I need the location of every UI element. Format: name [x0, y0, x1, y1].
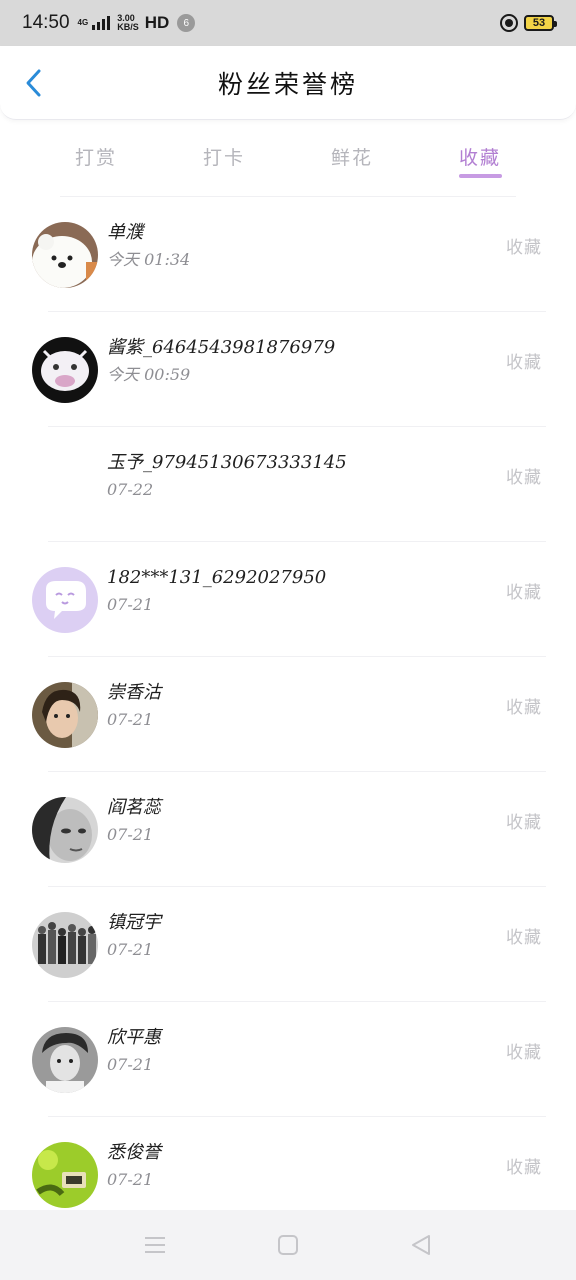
- list-item[interactable]: 阎茗蕊 07-21 收藏: [0, 772, 576, 887]
- avatar[interactable]: [32, 1141, 98, 1208]
- item-time: 07-21: [107, 940, 154, 959]
- favorite-label: 收藏: [506, 1158, 542, 1178]
- list-item[interactable]: 单濮 今天 01:34 收藏: [0, 197, 576, 312]
- tab-bar: 打赏 打卡 鲜花 收藏: [0, 124, 576, 188]
- menu-button[interactable]: [141, 1231, 169, 1259]
- chevron-left-icon: [26, 69, 41, 97]
- header: 粉丝荣誉榜: [0, 46, 576, 120]
- user-name: 玉予_97945130673333145: [107, 452, 347, 473]
- tab-tip[interactable]: 打赏: [32, 124, 160, 188]
- portrait-photo-icon: [32, 796, 98, 863]
- user-name: 182***131_6292027950: [107, 567, 327, 588]
- system-nav-bar: [0, 1210, 576, 1280]
- user-name: 悉俊誉: [107, 1142, 161, 1163]
- item-time: 07-22: [107, 480, 154, 499]
- favorite-label: 收藏: [506, 698, 542, 718]
- signal-icon: [92, 16, 111, 30]
- avatar[interactable]: [32, 221, 98, 288]
- avatar[interactable]: [32, 566, 98, 633]
- avatar[interactable]: [32, 796, 98, 863]
- user-name: 欣平惠: [107, 1027, 161, 1048]
- user-name: 崇香沽: [107, 682, 161, 703]
- user-name: 阎茗蕊: [107, 797, 161, 818]
- item-time: 07-21: [107, 595, 154, 614]
- avatar[interactable]: [32, 681, 98, 748]
- list-item[interactable]: 玉予_97945130673333145 07-22 收藏: [0, 427, 576, 542]
- status-time: 14:50: [22, 12, 70, 33]
- favorite-label: 收藏: [506, 468, 542, 488]
- home-button[interactable]: [274, 1231, 302, 1259]
- favorite-label: 收藏: [506, 1043, 542, 1063]
- notification-count-badge: 6: [177, 14, 196, 32]
- battery-icon: 53: [524, 15, 557, 31]
- back-button[interactable]: [18, 68, 48, 98]
- user-name: 单濮: [107, 222, 143, 243]
- avatar[interactable]: [32, 336, 98, 403]
- portrait-photo-icon: [32, 681, 98, 748]
- hd-indicator: HD: [144, 13, 170, 32]
- avatar[interactable]: [32, 1026, 98, 1093]
- tab-favorites[interactable]: 收藏: [416, 124, 544, 188]
- cartoon-avatar-icon: [32, 336, 98, 403]
- net-type: 4G: [77, 18, 89, 27]
- item-time: 07-21: [107, 1055, 154, 1074]
- item-time: 今天 00:59: [107, 365, 191, 384]
- network-speed: 3.00 KB/S: [117, 14, 139, 32]
- portrait-photo-icon: [32, 1026, 98, 1093]
- favorite-label: 收藏: [506, 353, 542, 373]
- list-item[interactable]: 欣平惠 07-21 收藏: [0, 1002, 576, 1117]
- status-bar: 14:50 4G 3.00 KB/S HD 6 53: [0, 0, 576, 46]
- list-item[interactable]: 酱紫_6464543981876979 今天 00:59 收藏: [0, 312, 576, 427]
- back-nav-button[interactable]: [407, 1231, 435, 1259]
- chat-bubble-icon: [32, 566, 98, 633]
- group-photo-icon: [32, 911, 98, 978]
- favorite-label: 收藏: [506, 583, 542, 603]
- network-indicator: 4G 3.00 KB/S HD: [78, 13, 170, 33]
- tab-checkin[interactable]: 打卡: [160, 124, 288, 188]
- favorite-label: 收藏: [506, 238, 542, 258]
- list-item[interactable]: 崇香沽 07-21 收藏: [0, 657, 576, 772]
- fan-list: 单濮 今天 01:34 收藏 酱紫_6464543981876979 今天 00…: [0, 197, 576, 1232]
- list-item[interactable]: 182***131_6292027950 07-21 收藏: [0, 542, 576, 657]
- menu-icon: [145, 1237, 165, 1253]
- polar-bear-avatar-icon: [32, 221, 98, 288]
- avatar[interactable]: [32, 911, 98, 978]
- item-time: 07-21: [107, 825, 154, 844]
- status-circle-icon: [500, 14, 518, 32]
- speed-unit: KB/S: [117, 22, 139, 32]
- user-name: 镇冠宇: [107, 912, 161, 933]
- item-time: 07-21: [107, 1170, 154, 1189]
- favorite-label: 收藏: [506, 928, 542, 948]
- favorite-label: 收藏: [506, 813, 542, 833]
- item-time: 今天 01:34: [107, 250, 191, 269]
- tab-flowers[interactable]: 鲜花: [288, 124, 416, 188]
- avatar[interactable]: [32, 451, 98, 518]
- back-triangle-icon: [412, 1235, 430, 1255]
- green-photo-icon: [32, 1141, 98, 1208]
- home-square-icon: [278, 1235, 298, 1255]
- list-item[interactable]: 镇冠宇 07-21 收藏: [0, 887, 576, 1002]
- user-name: 酱紫_6464543981876979: [107, 337, 336, 358]
- item-time: 07-21: [107, 710, 154, 729]
- page-title: 粉丝荣誉榜: [217, 69, 358, 99]
